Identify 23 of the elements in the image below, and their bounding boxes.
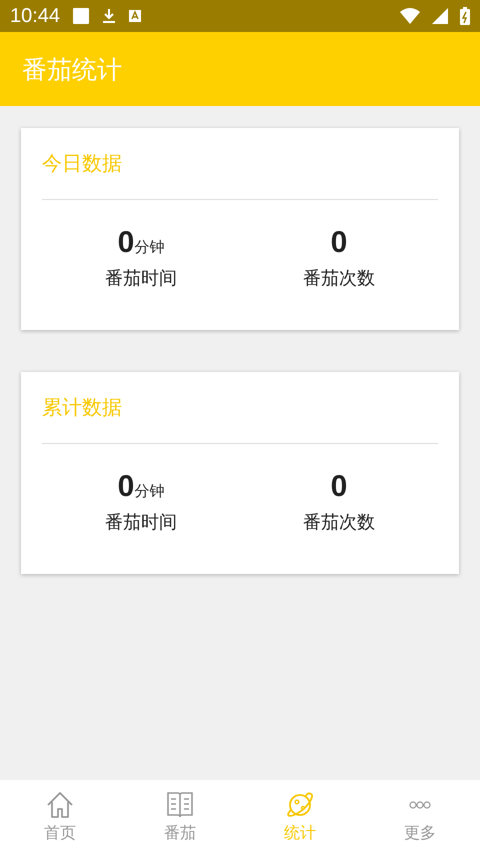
keyboard-icon [128,9,142,23]
stat-label: 番茄次数 [303,511,375,534]
download-icon [102,8,116,24]
status-time: 10:44 [10,4,60,28]
home-icon [45,790,75,820]
app-bar-title: 番茄统计 [22,54,122,86]
more-icon [409,801,431,809]
stat-label: 番茄时间 [105,511,177,534]
stat-unit: 分钟 [134,238,164,257]
stat-value: 0 [330,226,348,260]
stat-value: 0 [330,470,348,504]
card-title: 今日数据 [42,150,123,177]
book-icon [165,790,195,820]
wifi-icon [400,8,420,24]
battery-icon [460,7,470,25]
notification-square-icon [72,7,90,25]
stat-value: 0 [118,470,134,504]
stat-label: 番茄次数 [303,267,375,290]
stat-value: 0 [118,226,134,260]
stat-unit: 分钟 [134,482,164,501]
stat-label: 番茄时间 [105,267,177,290]
signal-icon [432,8,448,24]
card-title: 累计数据 [42,394,123,421]
